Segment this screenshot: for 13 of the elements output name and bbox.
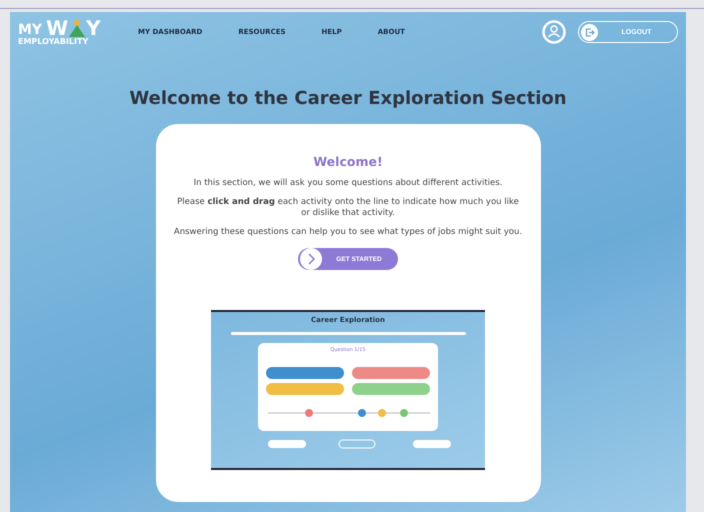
card-title: Welcome! xyxy=(313,154,383,169)
paragraph: Please click and drag each activity onto the line to indicate how much you like or dislike that activity. xyxy=(176,197,520,220)
mountain-icon xyxy=(69,18,86,36)
user-icon[interactable] xyxy=(542,20,566,44)
page-heading: Welcome to the Career Exploration Section xyxy=(129,88,567,109)
paragraph: Answering these questions can help you to see what types of jobs might suit you. xyxy=(173,227,523,238)
logo-text: Y xyxy=(86,18,101,36)
logout-icon xyxy=(581,24,598,40)
paragraph: In this section, we will ask you some questions about different activities. xyxy=(192,178,504,190)
logo-text: MY xyxy=(18,22,42,36)
logo-tagline: EMPLOYABILITY xyxy=(18,36,90,46)
chevron-icon xyxy=(300,248,322,270)
logo-text: W xyxy=(46,18,68,36)
